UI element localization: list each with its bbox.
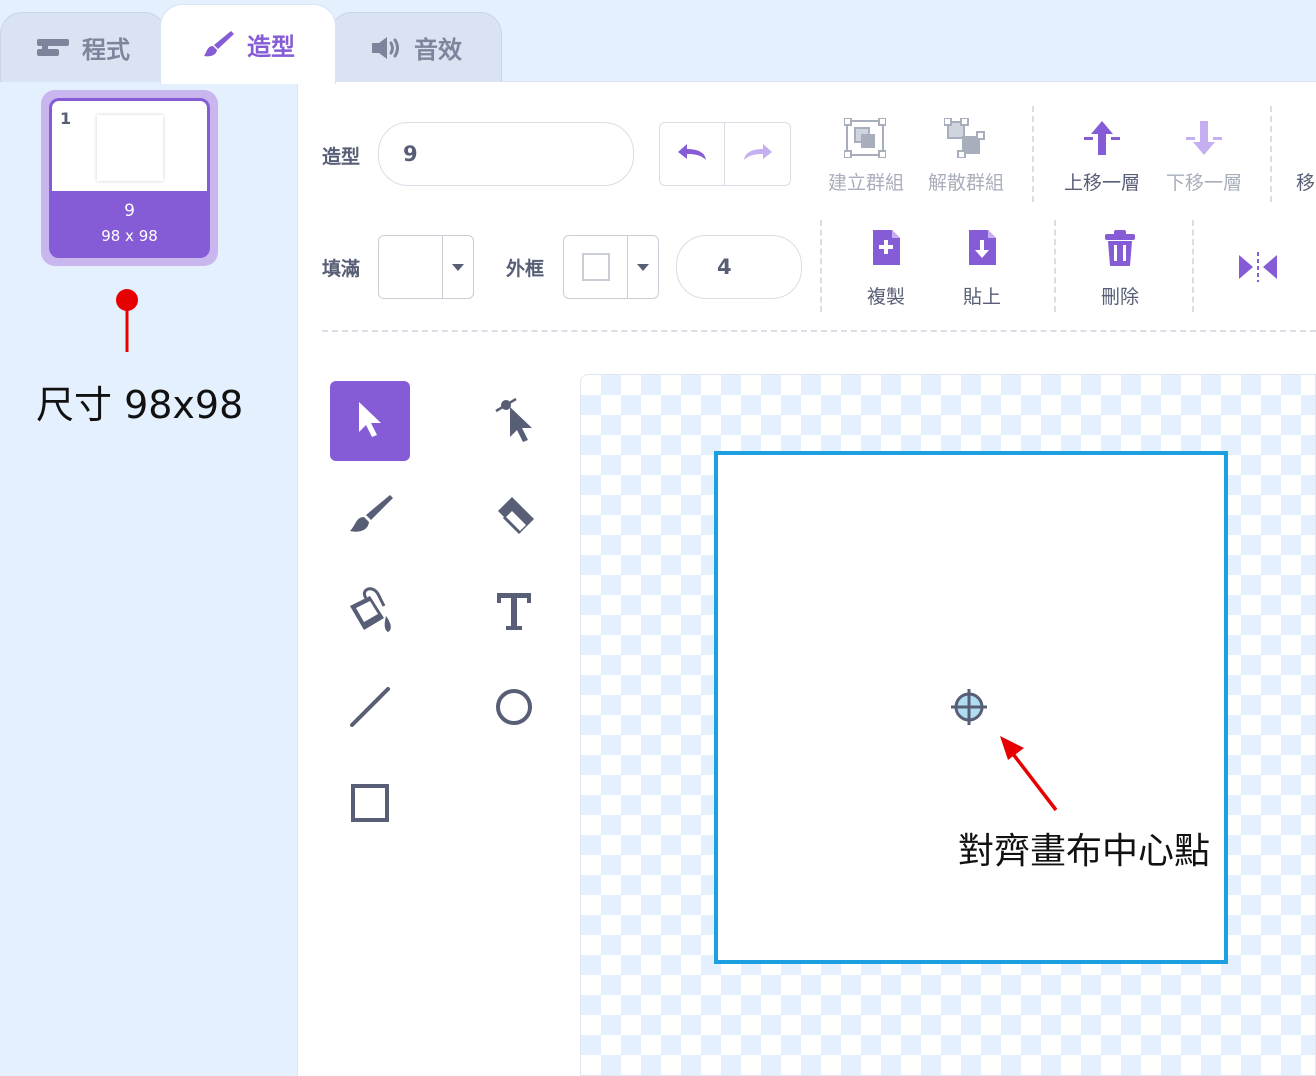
panel-divider: [268, 82, 298, 1076]
undo-icon: [675, 140, 709, 168]
paste-label: 貼上: [962, 286, 1001, 308]
text-icon: [494, 590, 534, 636]
arrow-pointer-icon: [353, 399, 387, 443]
costume-number: 1: [60, 109, 72, 128]
tab-code-label: 程式: [82, 36, 130, 64]
ungroup-button[interactable]: 解散群組: [918, 114, 1014, 198]
costume-item[interactable]: 1 9 98 x 98: [41, 90, 218, 266]
outline-label: 外框: [506, 258, 545, 280]
toolbar-separator: [1192, 220, 1194, 312]
eraser-icon: [490, 491, 538, 543]
costume-name: 9: [124, 201, 135, 221]
select-tool[interactable]: [330, 381, 410, 461]
backward-label: 下移一層: [1165, 172, 1242, 194]
costume-name-input[interactable]: 9: [378, 122, 634, 186]
speaker-icon: [370, 35, 402, 61]
center-annotation: 對齊畫布中心點: [958, 831, 1211, 872]
ungroup-icon: [943, 117, 986, 162]
brush-icon: [346, 491, 394, 543]
outline-color-picker[interactable]: [563, 235, 659, 299]
outline-swatch: [564, 236, 628, 298]
tab-code[interactable]: 程式: [0, 12, 166, 82]
group-label: 建立群組: [827, 172, 904, 194]
paste-icon: [964, 228, 1000, 272]
toolbar-bottom-divider: [322, 330, 1316, 332]
toolbar-separator: [820, 220, 822, 312]
forward-button[interactable]: 上移一層: [1054, 114, 1150, 198]
flip-horizontal-button[interactable]: [1236, 250, 1280, 284]
chevron-down-icon: [443, 236, 473, 298]
costume-preview-shape: [97, 115, 163, 181]
tab-costumes-label: 造型: [247, 33, 295, 61]
fill-swatch: [379, 236, 443, 298]
undo-redo-group: [659, 122, 791, 186]
tab-costumes[interactable]: 造型: [160, 4, 336, 84]
toolbar-separator: [1270, 106, 1272, 202]
trash-icon: [1102, 228, 1138, 272]
line-icon: [347, 684, 393, 734]
brush-icon: [201, 28, 235, 62]
paint-bucket-icon: [344, 586, 396, 640]
reshape-tool[interactable]: [474, 381, 554, 461]
undo-button[interactable]: [660, 123, 725, 185]
tab-sounds-label: 音效: [414, 36, 462, 64]
costume-size: 98 x 98: [101, 227, 158, 245]
toolbar-separator: [1054, 220, 1056, 312]
redo-button[interactable]: [725, 123, 790, 185]
ungroup-label: 解散群組: [927, 172, 1004, 194]
size-annotation: 尺寸 98x98: [36, 383, 244, 427]
line-tool[interactable]: [330, 669, 410, 749]
copy-label: 複製: [866, 286, 905, 308]
costume-thumbnail: 1 9 98 x 98: [49, 98, 210, 258]
eraser-tool[interactable]: [474, 477, 554, 557]
outline-width-input[interactable]: 4: [676, 235, 802, 299]
circle-tool[interactable]: [474, 669, 554, 749]
delete-button[interactable]: 刪除: [1082, 228, 1158, 310]
arrow-down-icon: [1184, 118, 1224, 162]
fill-label: 填滿: [322, 258, 361, 280]
tab-sounds[interactable]: 音效: [330, 12, 502, 82]
delete-label: 刪除: [1100, 286, 1139, 308]
circle-icon: [492, 685, 536, 733]
toolbar-separator: [1032, 106, 1034, 202]
paste-button[interactable]: 貼上: [944, 228, 1020, 310]
rectangle-tool[interactable]: [330, 765, 410, 845]
brush-tool[interactable]: [330, 477, 410, 557]
group-icon: [843, 117, 887, 162]
rectangle-icon: [348, 781, 392, 829]
group-button[interactable]: 建立群組: [818, 114, 914, 198]
center-crosshair-icon: [951, 689, 987, 725]
fill-color-picker[interactable]: [378, 235, 474, 299]
flip-horizontal-icon: [1236, 252, 1280, 288]
backward-button[interactable]: 下移一層: [1156, 114, 1252, 198]
code-icon: [36, 37, 70, 59]
fill-tool[interactable]: [330, 573, 410, 653]
copy-icon: [868, 228, 904, 272]
text-tool[interactable]: [474, 573, 554, 653]
forward-label: 上移一層: [1063, 172, 1140, 194]
chevron-down-icon: [628, 236, 658, 298]
costume-name-label: 造型: [322, 146, 361, 168]
arrow-up-icon: [1082, 118, 1122, 162]
reshape-icon: [490, 393, 538, 449]
more-label[interactable]: 移: [1296, 168, 1315, 195]
redo-icon: [741, 140, 775, 168]
copy-button[interactable]: 複製: [848, 228, 924, 310]
annotation-arrow: [1000, 736, 1058, 812]
annotation-pin: [116, 289, 138, 352]
